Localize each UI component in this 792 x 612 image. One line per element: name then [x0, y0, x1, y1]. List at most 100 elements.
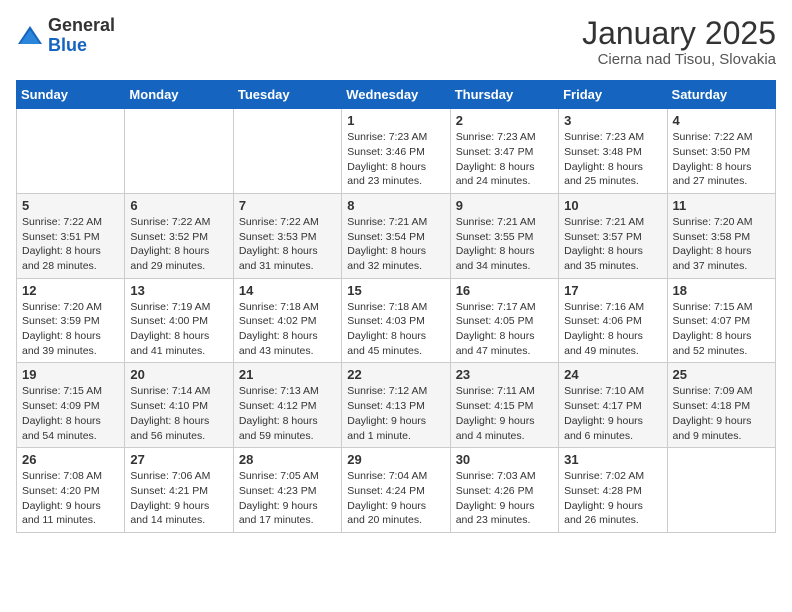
weekday-header: Monday [125, 81, 233, 109]
daylight-text: Daylight: 9 hours and 26 minutes. [564, 500, 643, 527]
day-number: 4 [673, 113, 770, 128]
daylight-text: Daylight: 8 hours and 59 minutes. [239, 415, 318, 442]
day-number: 17 [564, 283, 661, 298]
calendar-cell [667, 448, 775, 533]
sunset-text: Sunset: 4:06 PM [564, 315, 642, 327]
calendar-cell: 16 Sunrise: 7:17 AM Sunset: 4:05 PM Dayl… [450, 278, 558, 363]
day-info: Sunrise: 7:03 AM Sunset: 4:26 PM Dayligh… [456, 469, 553, 528]
sunset-text: Sunset: 3:58 PM [673, 231, 751, 243]
sunrise-text: Sunrise: 7:21 AM [564, 216, 644, 228]
daylight-text: Daylight: 8 hours and 41 minutes. [130, 330, 209, 357]
daylight-text: Daylight: 8 hours and 45 minutes. [347, 330, 426, 357]
day-number: 2 [456, 113, 553, 128]
day-number: 21 [239, 367, 336, 382]
calendar-cell: 30 Sunrise: 7:03 AM Sunset: 4:26 PM Dayl… [450, 448, 558, 533]
day-info: Sunrise: 7:21 AM Sunset: 3:57 PM Dayligh… [564, 215, 661, 274]
day-info: Sunrise: 7:11 AM Sunset: 4:15 PM Dayligh… [456, 384, 553, 443]
day-info: Sunrise: 7:02 AM Sunset: 4:28 PM Dayligh… [564, 469, 661, 528]
calendar-cell: 5 Sunrise: 7:22 AM Sunset: 3:51 PM Dayli… [17, 193, 125, 278]
weekday-header: Thursday [450, 81, 558, 109]
day-info: Sunrise: 7:14 AM Sunset: 4:10 PM Dayligh… [130, 384, 227, 443]
logo-blue: Blue [48, 36, 115, 56]
sunrise-text: Sunrise: 7:05 AM [239, 470, 319, 482]
daylight-text: Daylight: 8 hours and 49 minutes. [564, 330, 643, 357]
daylight-text: Daylight: 8 hours and 37 minutes. [673, 245, 752, 272]
sunrise-text: Sunrise: 7:18 AM [347, 301, 427, 313]
day-info: Sunrise: 7:21 AM Sunset: 3:55 PM Dayligh… [456, 215, 553, 274]
sunrise-text: Sunrise: 7:03 AM [456, 470, 536, 482]
day-number: 19 [22, 367, 119, 382]
calendar-cell: 31 Sunrise: 7:02 AM Sunset: 4:28 PM Dayl… [559, 448, 667, 533]
sunset-text: Sunset: 3:57 PM [564, 231, 642, 243]
day-info: Sunrise: 7:23 AM Sunset: 3:46 PM Dayligh… [347, 130, 444, 189]
daylight-text: Daylight: 9 hours and 1 minute. [347, 415, 426, 442]
daylight-text: Daylight: 8 hours and 39 minutes. [22, 330, 101, 357]
sunrise-text: Sunrise: 7:17 AM [456, 301, 536, 313]
calendar-week-row: 12 Sunrise: 7:20 AM Sunset: 3:59 PM Dayl… [17, 278, 776, 363]
day-number: 25 [673, 367, 770, 382]
sunrise-text: Sunrise: 7:22 AM [239, 216, 319, 228]
daylight-text: Daylight: 8 hours and 23 minutes. [347, 161, 426, 188]
sunrise-text: Sunrise: 7:23 AM [564, 131, 644, 143]
calendar-cell: 19 Sunrise: 7:15 AM Sunset: 4:09 PM Dayl… [17, 363, 125, 448]
weekday-header: Sunday [17, 81, 125, 109]
calendar-cell: 13 Sunrise: 7:19 AM Sunset: 4:00 PM Dayl… [125, 278, 233, 363]
sunset-text: Sunset: 4:18 PM [673, 400, 751, 412]
weekday-header: Saturday [667, 81, 775, 109]
day-info: Sunrise: 7:15 AM Sunset: 4:09 PM Dayligh… [22, 384, 119, 443]
day-info: Sunrise: 7:21 AM Sunset: 3:54 PM Dayligh… [347, 215, 444, 274]
calendar-cell: 17 Sunrise: 7:16 AM Sunset: 4:06 PM Dayl… [559, 278, 667, 363]
sunset-text: Sunset: 4:23 PM [239, 485, 317, 497]
daylight-text: Daylight: 8 hours and 35 minutes. [564, 245, 643, 272]
day-info: Sunrise: 7:18 AM Sunset: 4:02 PM Dayligh… [239, 300, 336, 359]
day-info: Sunrise: 7:08 AM Sunset: 4:20 PM Dayligh… [22, 469, 119, 528]
weekday-header: Wednesday [342, 81, 450, 109]
daylight-text: Daylight: 9 hours and 4 minutes. [456, 415, 535, 442]
title-block: January 2025 Cierna nad Tisou, Slovakia [582, 16, 776, 68]
calendar-cell: 7 Sunrise: 7:22 AM Sunset: 3:53 PM Dayli… [233, 193, 341, 278]
sunset-text: Sunset: 3:52 PM [130, 231, 208, 243]
calendar-cell: 14 Sunrise: 7:18 AM Sunset: 4:02 PM Dayl… [233, 278, 341, 363]
day-number: 26 [22, 452, 119, 467]
day-number: 14 [239, 283, 336, 298]
sunset-text: Sunset: 4:15 PM [456, 400, 534, 412]
daylight-text: Daylight: 9 hours and 23 minutes. [456, 500, 535, 527]
sunrise-text: Sunrise: 7:22 AM [22, 216, 102, 228]
day-info: Sunrise: 7:22 AM Sunset: 3:50 PM Dayligh… [673, 130, 770, 189]
sunset-text: Sunset: 3:48 PM [564, 146, 642, 158]
sunrise-text: Sunrise: 7:09 AM [673, 385, 753, 397]
sunrise-text: Sunrise: 7:21 AM [456, 216, 536, 228]
sunset-text: Sunset: 3:47 PM [456, 146, 534, 158]
calendar-cell: 20 Sunrise: 7:14 AM Sunset: 4:10 PM Dayl… [125, 363, 233, 448]
daylight-text: Daylight: 8 hours and 28 minutes. [22, 245, 101, 272]
day-number: 8 [347, 198, 444, 213]
sunrise-text: Sunrise: 7:10 AM [564, 385, 644, 397]
daylight-text: Daylight: 8 hours and 25 minutes. [564, 161, 643, 188]
day-number: 29 [347, 452, 444, 467]
logo-icon [16, 22, 44, 50]
page-header: General Blue January 2025 Cierna nad Tis… [16, 16, 776, 68]
sunrise-text: Sunrise: 7:16 AM [564, 301, 644, 313]
daylight-text: Daylight: 8 hours and 31 minutes. [239, 245, 318, 272]
calendar-week-row: 26 Sunrise: 7:08 AM Sunset: 4:20 PM Dayl… [17, 448, 776, 533]
sunrise-text: Sunrise: 7:15 AM [22, 385, 102, 397]
sunrise-text: Sunrise: 7:04 AM [347, 470, 427, 482]
daylight-text: Daylight: 8 hours and 43 minutes. [239, 330, 318, 357]
day-number: 16 [456, 283, 553, 298]
sunset-text: Sunset: 4:17 PM [564, 400, 642, 412]
sunset-text: Sunset: 4:12 PM [239, 400, 317, 412]
day-number: 6 [130, 198, 227, 213]
logo-text: General Blue [48, 16, 115, 56]
sunrise-text: Sunrise: 7:20 AM [673, 216, 753, 228]
day-number: 22 [347, 367, 444, 382]
sunset-text: Sunset: 3:59 PM [22, 315, 100, 327]
day-info: Sunrise: 7:19 AM Sunset: 4:00 PM Dayligh… [130, 300, 227, 359]
daylight-text: Daylight: 8 hours and 52 minutes. [673, 330, 752, 357]
calendar-cell: 23 Sunrise: 7:11 AM Sunset: 4:15 PM Dayl… [450, 363, 558, 448]
day-number: 20 [130, 367, 227, 382]
daylight-text: Daylight: 9 hours and 11 minutes. [22, 500, 101, 527]
daylight-text: Daylight: 8 hours and 47 minutes. [456, 330, 535, 357]
calendar-cell [17, 109, 125, 194]
calendar-cell: 26 Sunrise: 7:08 AM Sunset: 4:20 PM Dayl… [17, 448, 125, 533]
logo-general: General [48, 16, 115, 36]
